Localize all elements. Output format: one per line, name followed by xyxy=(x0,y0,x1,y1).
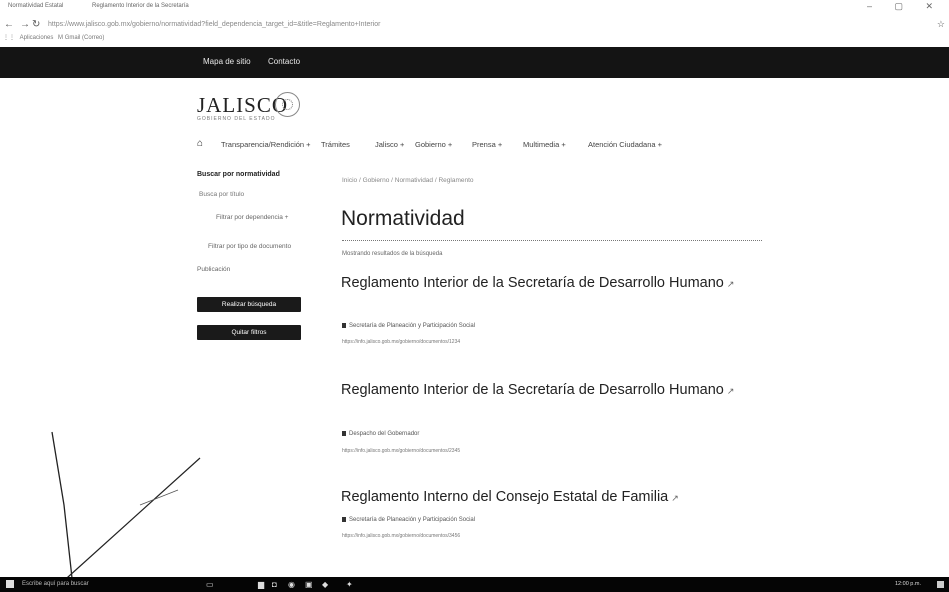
task-view-icon[interactable]: ▭ xyxy=(206,580,214,589)
chrome-icon[interactable]: ◉ xyxy=(288,580,295,589)
windows-start-icon[interactable] xyxy=(6,580,14,588)
taskbar: Escribe aquí para buscar ▭ ▆ ◘ ◉ ▣ ◆ ✦ 1… xyxy=(0,577,949,592)
app-icon[interactable]: ✦ xyxy=(346,580,353,589)
clock[interactable]: 12:00 p.m. xyxy=(895,581,921,587)
office-icon[interactable]: ◘ xyxy=(272,580,277,589)
notifications-icon[interactable] xyxy=(937,581,944,588)
app-icon[interactable]: ◆ xyxy=(322,580,328,589)
pen-marks xyxy=(51,431,201,587)
taskbar-search[interactable]: Escribe aquí para buscar xyxy=(22,581,89,587)
explorer-icon[interactable]: ▆ xyxy=(258,580,264,589)
app-icon[interactable]: ▣ xyxy=(305,580,313,589)
